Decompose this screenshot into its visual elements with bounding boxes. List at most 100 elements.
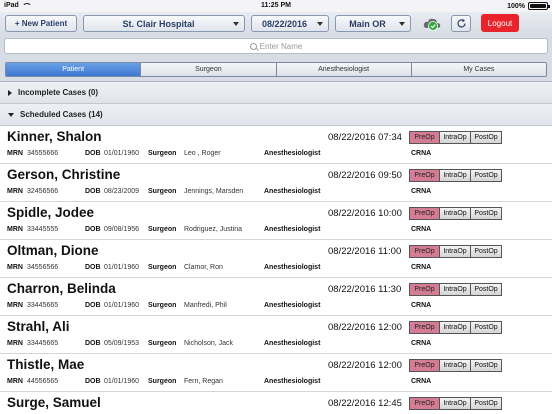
case-row[interactable]: Kinner, Shalon 08/22/2016 07:34 PreOp Intra… xyxy=(0,126,552,164)
tab-surgeon[interactable]: Surgeon xyxy=(141,63,277,76)
preop-button[interactable]: PreOp xyxy=(409,131,440,144)
crna-label: CRNA xyxy=(411,226,432,233)
logout-button[interactable]: Logout xyxy=(481,14,519,32)
surgeon-label: Surgeon xyxy=(148,264,177,271)
patient-name: Spidle, Jodee xyxy=(7,205,95,220)
dob-value: 01/01/1960 xyxy=(104,302,140,309)
postop-button[interactable]: PostOp xyxy=(471,397,502,410)
disclosure-down-icon xyxy=(8,112,14,117)
crna-label: CRNA xyxy=(411,150,432,157)
tab-anesthesiologist[interactable]: Anesthesiologist xyxy=(276,63,412,76)
preop-button[interactable]: PreOp xyxy=(409,321,440,334)
intraop-button[interactable]: IntraOp xyxy=(440,169,471,182)
preop-button[interactable]: PreOp xyxy=(409,245,440,258)
case-row[interactable]: Gerson, Christine 08/22/2016 09:50 PreOp In… xyxy=(0,164,552,202)
refresh-button[interactable] xyxy=(451,15,471,32)
incomplete-cases-header[interactable]: Incomplete Cases (0) xyxy=(0,82,552,104)
preop-button[interactable]: PreOp xyxy=(409,359,440,372)
cloud-check-icon xyxy=(423,18,441,31)
anesthesiologist-label: Anesthesiologist xyxy=(264,302,321,309)
mrn-value: 34555666 xyxy=(27,150,59,157)
intraop-button[interactable]: IntraOp xyxy=(440,207,471,220)
mrn-label: MRN xyxy=(7,150,23,157)
postop-button[interactable]: PostOp xyxy=(471,283,502,296)
intraop-button[interactable]: IntraOp xyxy=(440,321,471,334)
hospital-select[interactable]: St. Clair Hospital xyxy=(83,15,245,32)
status-bar: iPad 11:25 PM 100% xyxy=(0,0,552,12)
dob-value: 01/01/1960 xyxy=(104,378,140,385)
preop-button[interactable]: PreOp xyxy=(409,169,440,182)
surgeon-value: Rodriguez, Justina xyxy=(184,226,242,233)
postop-button[interactable]: PostOp xyxy=(471,169,502,182)
postop-button[interactable]: PostOp xyxy=(471,131,502,144)
crna-label: CRNA xyxy=(411,264,432,271)
preop-button[interactable]: PreOp xyxy=(409,283,440,296)
new-patient-button[interactable]: + New Patient xyxy=(5,15,77,32)
case-datetime: 08/22/2016 07:34 xyxy=(328,132,402,143)
stage-buttons: PreOp IntraOp PostOp xyxy=(409,283,502,296)
crna-label: CRNA xyxy=(411,302,432,309)
surgeon-value: Leo , Roger xyxy=(184,150,221,157)
tab-my-cases[interactable]: My Cases xyxy=(411,63,546,76)
patient-name: Oltman, Dione xyxy=(7,243,99,258)
search-input[interactable]: Enter Name xyxy=(4,38,548,54)
surgeon-label: Surgeon xyxy=(148,340,177,347)
patient-name: Thistle, Mae xyxy=(7,357,85,372)
search-bar: Enter Name xyxy=(0,34,552,58)
mrn-label: MRN xyxy=(7,340,23,347)
case-row[interactable]: Thistle, Mae 08/22/2016 12:00 PreOp IntraOp… xyxy=(0,354,552,392)
case-datetime: 08/22/2016 12:45 xyxy=(328,398,402,409)
surgeon-label: Surgeon xyxy=(148,188,177,195)
battery-icon xyxy=(528,2,550,10)
intraop-button[interactable]: IntraOp xyxy=(440,359,471,372)
location-value: Main OR xyxy=(349,18,386,29)
crna-label: CRNA xyxy=(411,188,432,195)
preop-button[interactable]: PreOp xyxy=(409,397,440,410)
anesthesiologist-label: Anesthesiologist xyxy=(264,226,321,233)
scheduled-cases-header[interactable]: Scheduled Cases (14) xyxy=(0,104,552,126)
case-datetime: 08/22/2016 12:00 xyxy=(328,322,402,333)
case-details: MRN 32456566 DOB 08/23/2009 Surgeon Jennings,… xyxy=(7,188,547,198)
dob-value: 08/23/2009 xyxy=(104,188,140,195)
battery-percent: 100% xyxy=(507,2,525,10)
dob-label: DOB xyxy=(85,226,101,233)
intraop-button[interactable]: IntraOp xyxy=(440,245,471,258)
stage-buttons: PreOp IntraOp PostOp xyxy=(409,359,502,372)
postop-button[interactable]: PostOp xyxy=(471,359,502,372)
sync-cloud-button[interactable] xyxy=(422,15,442,32)
crna-label: CRNA xyxy=(411,378,432,385)
case-details: MRN 33445555 DOB 09/08/1956 Surgeon Rodriguez… xyxy=(7,226,547,236)
anesthesiologist-label: Anesthesiologist xyxy=(264,340,321,347)
mrn-label: MRN xyxy=(7,302,23,309)
case-row[interactable]: Spidle, Jodee 08/22/2016 10:00 PreOp IntraO… xyxy=(0,202,552,240)
mrn-value: 33445665 xyxy=(27,340,59,347)
surgeon-value: Nicholson, Jack xyxy=(184,340,234,347)
stage-buttons: PreOp IntraOp PostOp xyxy=(409,207,502,220)
patient-name: Gerson, Christine xyxy=(7,167,121,182)
date-select[interactable]: 08/22/2016 xyxy=(251,15,329,32)
intraop-button[interactable]: IntraOp xyxy=(440,131,471,144)
case-row[interactable]: Charron, Belinda 08/22/2016 11:30 PreOp Int… xyxy=(0,278,552,316)
postop-button[interactable]: PostOp xyxy=(471,321,502,334)
surgeon-label: Surgeon xyxy=(148,302,177,309)
anesthesiologist-label: Anesthesiologist xyxy=(264,264,321,271)
case-details: MRN 34555666 DOB 01/01/1960 Surgeon Leo , Rog… xyxy=(7,150,547,160)
dob-value: 01/01/1960 xyxy=(104,150,140,157)
postop-button[interactable]: PostOp xyxy=(471,245,502,258)
crna-label: CRNA xyxy=(411,340,432,347)
postop-button[interactable]: PostOp xyxy=(471,207,502,220)
case-row[interactable]: Surge, Samuel 08/22/2016 12:45 PreOp IntraO… xyxy=(0,392,552,414)
search-icon xyxy=(249,42,257,50)
intraop-button[interactable]: IntraOp xyxy=(440,283,471,296)
dob-value: 01/01/1960 xyxy=(104,264,140,271)
stage-buttons: PreOp IntraOp PostOp xyxy=(409,321,502,334)
case-details: MRN 34556566 DOB 01/01/1960 Surgeon Clamor, R… xyxy=(7,264,547,274)
case-row[interactable]: Oltman, Dione 08/22/2016 11:00 PreOp IntraO… xyxy=(0,240,552,278)
case-row[interactable]: Strahl, Ali 08/22/2016 12:00 PreOp IntraOp P… xyxy=(0,316,552,354)
anesthesiologist-label: Anesthesiologist xyxy=(264,150,321,157)
tab-patient[interactable]: Patient xyxy=(6,63,142,76)
intraop-button[interactable]: IntraOp xyxy=(440,397,471,410)
surgeon-value: Jennings, Marsden xyxy=(184,188,244,195)
preop-button[interactable]: PreOp xyxy=(409,207,440,220)
location-select[interactable]: Main OR xyxy=(335,15,411,32)
